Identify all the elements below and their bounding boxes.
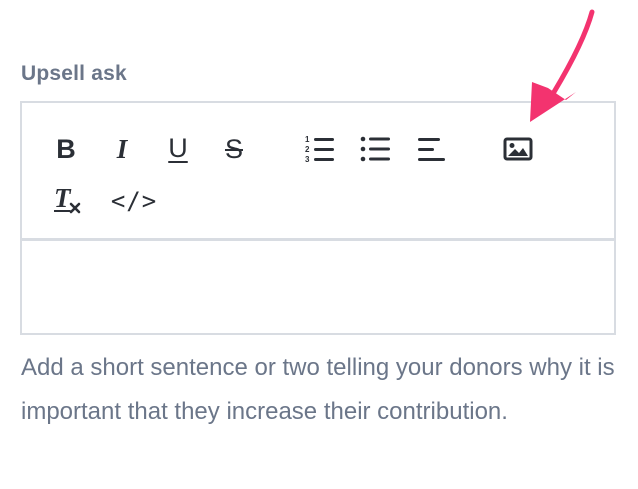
svg-text:2: 2: [305, 145, 310, 154]
underline-button[interactable]: U: [160, 130, 196, 166]
code-icon: </>: [110, 187, 158, 215]
bold-icon: B: [56, 133, 76, 164]
editor-toolbar: B I U S 1 2 3 T </>: [22, 103, 614, 241]
ordered-list-button[interactable]: 1 2 3: [302, 131, 338, 167]
align-left-icon: [418, 138, 445, 161]
clear-format-icon: T: [50, 185, 82, 217]
code-button[interactable]: </>: [102, 183, 166, 219]
field-label: Upsell ask: [21, 62, 127, 85]
italic-icon: I: [116, 133, 128, 164]
strikethrough-button[interactable]: S: [216, 131, 252, 167]
page: Upsell ask B I U S 1 2 3 T </> Add a sho…: [0, 0, 638, 489]
help-text: Add a short sentence or two telling your…: [21, 354, 615, 425]
editor-text-area[interactable]: [22, 241, 614, 333]
bullet-list-icon: [360, 136, 390, 162]
strikethrough-icon: S: [224, 133, 243, 164]
align-left-button[interactable]: [414, 131, 450, 167]
rich-text-editor: B I U S 1 2 3 T </>: [20, 101, 616, 335]
svg-text:3: 3: [305, 155, 310, 164]
bullet-list-button[interactable]: [358, 131, 394, 167]
underline-icon: U: [168, 132, 188, 163]
svg-text:1: 1: [305, 135, 310, 144]
insert-image-button[interactable]: [500, 131, 536, 167]
clear-format-button[interactable]: T: [48, 183, 84, 219]
bold-button[interactable]: B: [48, 131, 84, 167]
image-icon: [503, 137, 533, 161]
italic-button[interactable]: I: [104, 131, 140, 167]
ordered-list-icon: 1 2 3: [305, 135, 334, 164]
